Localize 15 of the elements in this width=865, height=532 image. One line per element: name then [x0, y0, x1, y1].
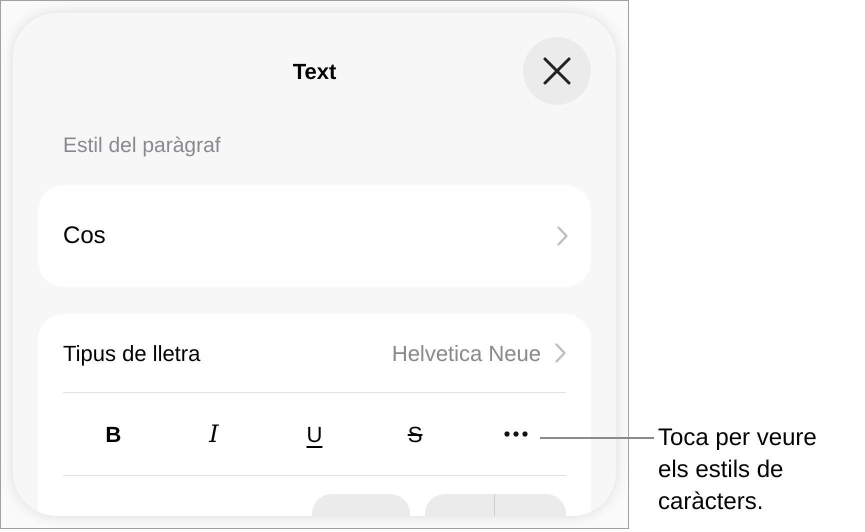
section-header: Estil del paràgraf — [62, 133, 222, 159]
font-row[interactable]: Tipus de lletra Helvetica Neue — [63, 314, 566, 393]
chevron-icon — [557, 226, 568, 246]
paragraph-style-row[interactable]: Cos — [38, 185, 591, 287]
italic-button[interactable]: I — [164, 416, 264, 452]
close-icon — [543, 57, 571, 85]
chevron-icon — [555, 343, 566, 363]
underline-button[interactable]: U — [264, 418, 365, 450]
font-label: Tipus de lletra — [63, 340, 200, 368]
more-icon — [504, 431, 528, 437]
callout-text: Toca per veure els estils de caràcters. — [658, 423, 818, 517]
bold-button[interactable]: B — [63, 418, 164, 450]
font-value: Helvetica Neue — [392, 340, 541, 368]
panel-title: Text — [292, 58, 338, 86]
strikethrough-button[interactable]: S — [364, 418, 466, 450]
